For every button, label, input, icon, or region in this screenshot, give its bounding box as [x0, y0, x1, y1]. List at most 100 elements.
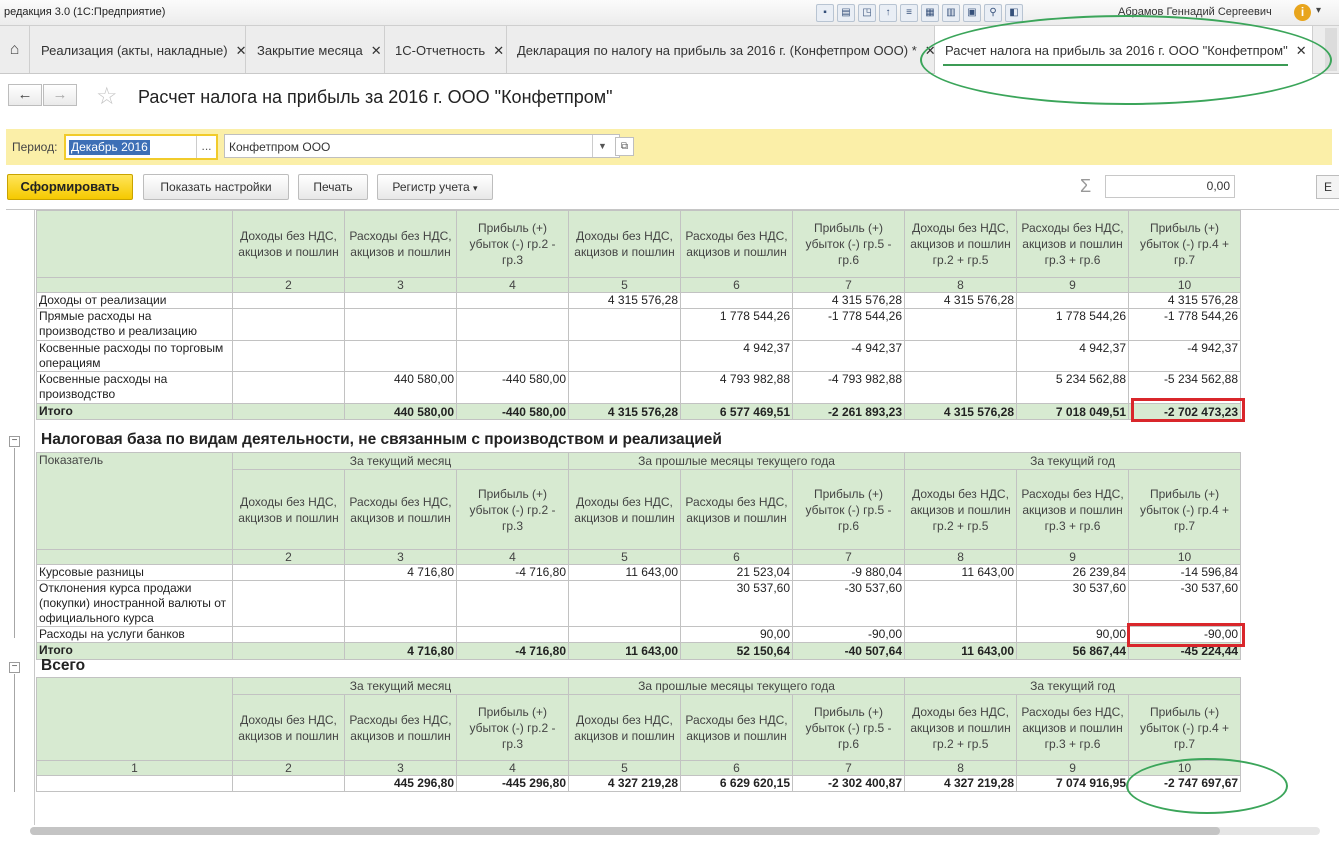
table-row[interactable]: Отклонения курса продажи (покупки) иност…: [36, 580, 1242, 627]
cell: 4 942,37: [1016, 340, 1129, 372]
cell: [904, 371, 1017, 404]
cell: [456, 580, 569, 627]
more-button[interactable]: Е: [1316, 175, 1339, 199]
cell: [344, 580, 457, 627]
col-number: 5: [568, 277, 681, 293]
table-row[interactable]: Доходы от реализации 4 315 576,28 4 315 …: [36, 292, 1241, 309]
col-header: Доходы без НДС, акцизов и пошлин: [232, 210, 345, 278]
cell: -445 296,80: [456, 775, 569, 792]
cell: [232, 371, 345, 404]
forward-button[interactable]: →: [43, 84, 77, 106]
total-row[interactable]: Итого 4 716,80 -4 716,80 11 643,00 52 15…: [36, 642, 1242, 660]
cell: [904, 626, 1018, 643]
print-button[interactable]: Печать: [298, 174, 368, 200]
table-row[interactable]: Косвенные расходы по торговым операциям …: [36, 340, 1241, 372]
table-row[interactable]: Прямые расходы на производство и реализа…: [36, 308, 1241, 341]
cell: [232, 340, 345, 372]
cell: [680, 292, 793, 309]
clipboard-icon[interactable]: ▣: [963, 4, 981, 22]
upload-icon[interactable]: ↑: [879, 4, 897, 22]
tab-label: Реализация (акты, накладные): [41, 43, 228, 58]
cell: 445 296,80: [344, 775, 457, 792]
cell: [456, 340, 569, 372]
favorite-star-icon[interactable]: ☆: [96, 82, 118, 111]
preview-icon[interactable]: ◳: [858, 4, 876, 22]
grand-total-row[interactable]: 445 296,80 -445 296,80 4 327 219,28 6 62…: [36, 775, 1242, 792]
total-row[interactable]: Итого 440 580,00 -440 580,00 4 315 576,2…: [36, 403, 1241, 420]
cell: [904, 580, 1018, 627]
close-icon[interactable]: ✕: [236, 43, 245, 58]
horizontal-scrollbar[interactable]: [30, 827, 1320, 835]
table-row[interactable]: Расходы на услуги банков 90,00 -90,00 90…: [36, 626, 1242, 643]
cell: [456, 308, 569, 341]
col-header: Расходы без НДС, акцизов и пошлин: [344, 694, 457, 761]
cell: 30 537,60: [1016, 580, 1130, 627]
organization-select[interactable]: Конфетпром ООО ▼: [224, 134, 620, 158]
cell: [344, 626, 457, 643]
period-select-button[interactable]: ...: [196, 136, 216, 158]
section3-table: За текущий месяц За прошлые месяцы текущ…: [36, 677, 1242, 792]
table-row[interactable]: Косвенные расходы на производство 440 58…: [36, 371, 1241, 404]
cell: -4 716,80: [456, 564, 569, 581]
organization-value[interactable]: Конфетпром ООО: [229, 140, 330, 154]
sum-icon: Σ: [1080, 176, 1092, 196]
home-icon[interactable]: ⌂: [0, 26, 30, 73]
group-line: [14, 448, 15, 638]
save-icon[interactable]: ▪: [816, 4, 834, 22]
row-label: Курсовые разницы: [36, 564, 233, 581]
period-input[interactable]: Декабрь 2016 ...: [64, 134, 218, 160]
calculator-icon[interactable]: ▦: [921, 4, 939, 22]
col-header: Прибыль (+) убыток (-) гр.4 + гр.7: [1128, 210, 1241, 278]
tab-sales[interactable]: Реализация (акты, накладные) ✕: [31, 26, 246, 73]
window-title: редакция 3.0 (1С:Предприятие): [4, 6, 166, 18]
calendar-icon[interactable]: ▥: [942, 4, 960, 22]
col-header: Расходы без НДС, акцизов и пошлин: [344, 469, 457, 550]
print-icon[interactable]: ▤: [837, 4, 855, 22]
close-icon[interactable]: ✕: [371, 43, 382, 58]
period-header: За текущий месяц: [232, 677, 569, 695]
open-organization-button[interactable]: ⧉: [615, 137, 634, 156]
tab-declaration[interactable]: Декларация по налогу на прибыль за 2016 …: [507, 26, 935, 73]
cell: 11 643,00: [904, 564, 1018, 581]
search-icon[interactable]: ⚲: [984, 4, 1002, 22]
list-icon[interactable]: ≡: [900, 4, 918, 22]
col-number: 6: [680, 277, 793, 293]
table-row[interactable]: Курсовые разницы 4 716,80 -4 716,80 11 6…: [36, 564, 1242, 581]
registers-button[interactable]: Регистр учета ▾: [377, 174, 493, 200]
cell: 4 315 576,28: [1128, 292, 1241, 309]
windows-icon[interactable]: ◧: [1005, 4, 1023, 22]
generate-button[interactable]: Сформировать: [7, 174, 133, 200]
period-value[interactable]: Декабрь 2016: [69, 140, 150, 155]
collapse-toggle[interactable]: −: [9, 662, 20, 673]
col-number: 9: [1016, 760, 1130, 776]
col-header: Доходы без НДС, акцизов и пошлин гр.2 + …: [904, 469, 1018, 550]
col-number: 1: [36, 760, 233, 776]
info-icon[interactable]: i: [1294, 4, 1311, 21]
chevron-down-icon[interactable]: ▼: [592, 135, 612, 157]
scrollbar-thumb[interactable]: [30, 827, 1220, 835]
cell: -14 596,84: [1128, 564, 1242, 581]
report-area[interactable]: Доходы без НДС, акцизов и пошлин Расходы…: [6, 209, 1339, 825]
chevron-down-icon[interactable]: ▾: [1316, 5, 1321, 16]
period-header: За текущий год: [904, 677, 1242, 695]
cell: 26 239,84: [1016, 564, 1130, 581]
cell: 56 867,44: [1016, 642, 1130, 660]
period-header: За текущий год: [904, 452, 1242, 470]
col-header: Прибыль (+) убыток (-) гр.5 - гр.6: [791, 694, 906, 761]
sum-field[interactable]: 0,00: [1105, 175, 1235, 198]
registers-label: Регистр учета: [392, 180, 470, 194]
collapse-toggle[interactable]: −: [9, 436, 20, 447]
command-bar: Сформировать Показать настройки Печать Р…: [0, 172, 1339, 202]
close-icon[interactable]: ✕: [493, 43, 504, 58]
cell: [232, 642, 345, 660]
tab-month-closing[interactable]: Закрытие месяца ✕: [247, 26, 385, 73]
cell: [344, 308, 457, 341]
tab-reporting[interactable]: 1С-Отчетность ✕: [385, 26, 507, 73]
cell: [232, 626, 345, 643]
row-label: Доходы от реализации: [36, 292, 233, 309]
show-settings-button[interactable]: Показать настройки: [143, 174, 289, 200]
period-label: Период:: [12, 140, 58, 154]
cell: [568, 371, 681, 404]
back-button[interactable]: ←: [8, 84, 42, 106]
col-header: Прибыль (+) убыток (-) гр.4 + гр.7: [1128, 469, 1242, 550]
